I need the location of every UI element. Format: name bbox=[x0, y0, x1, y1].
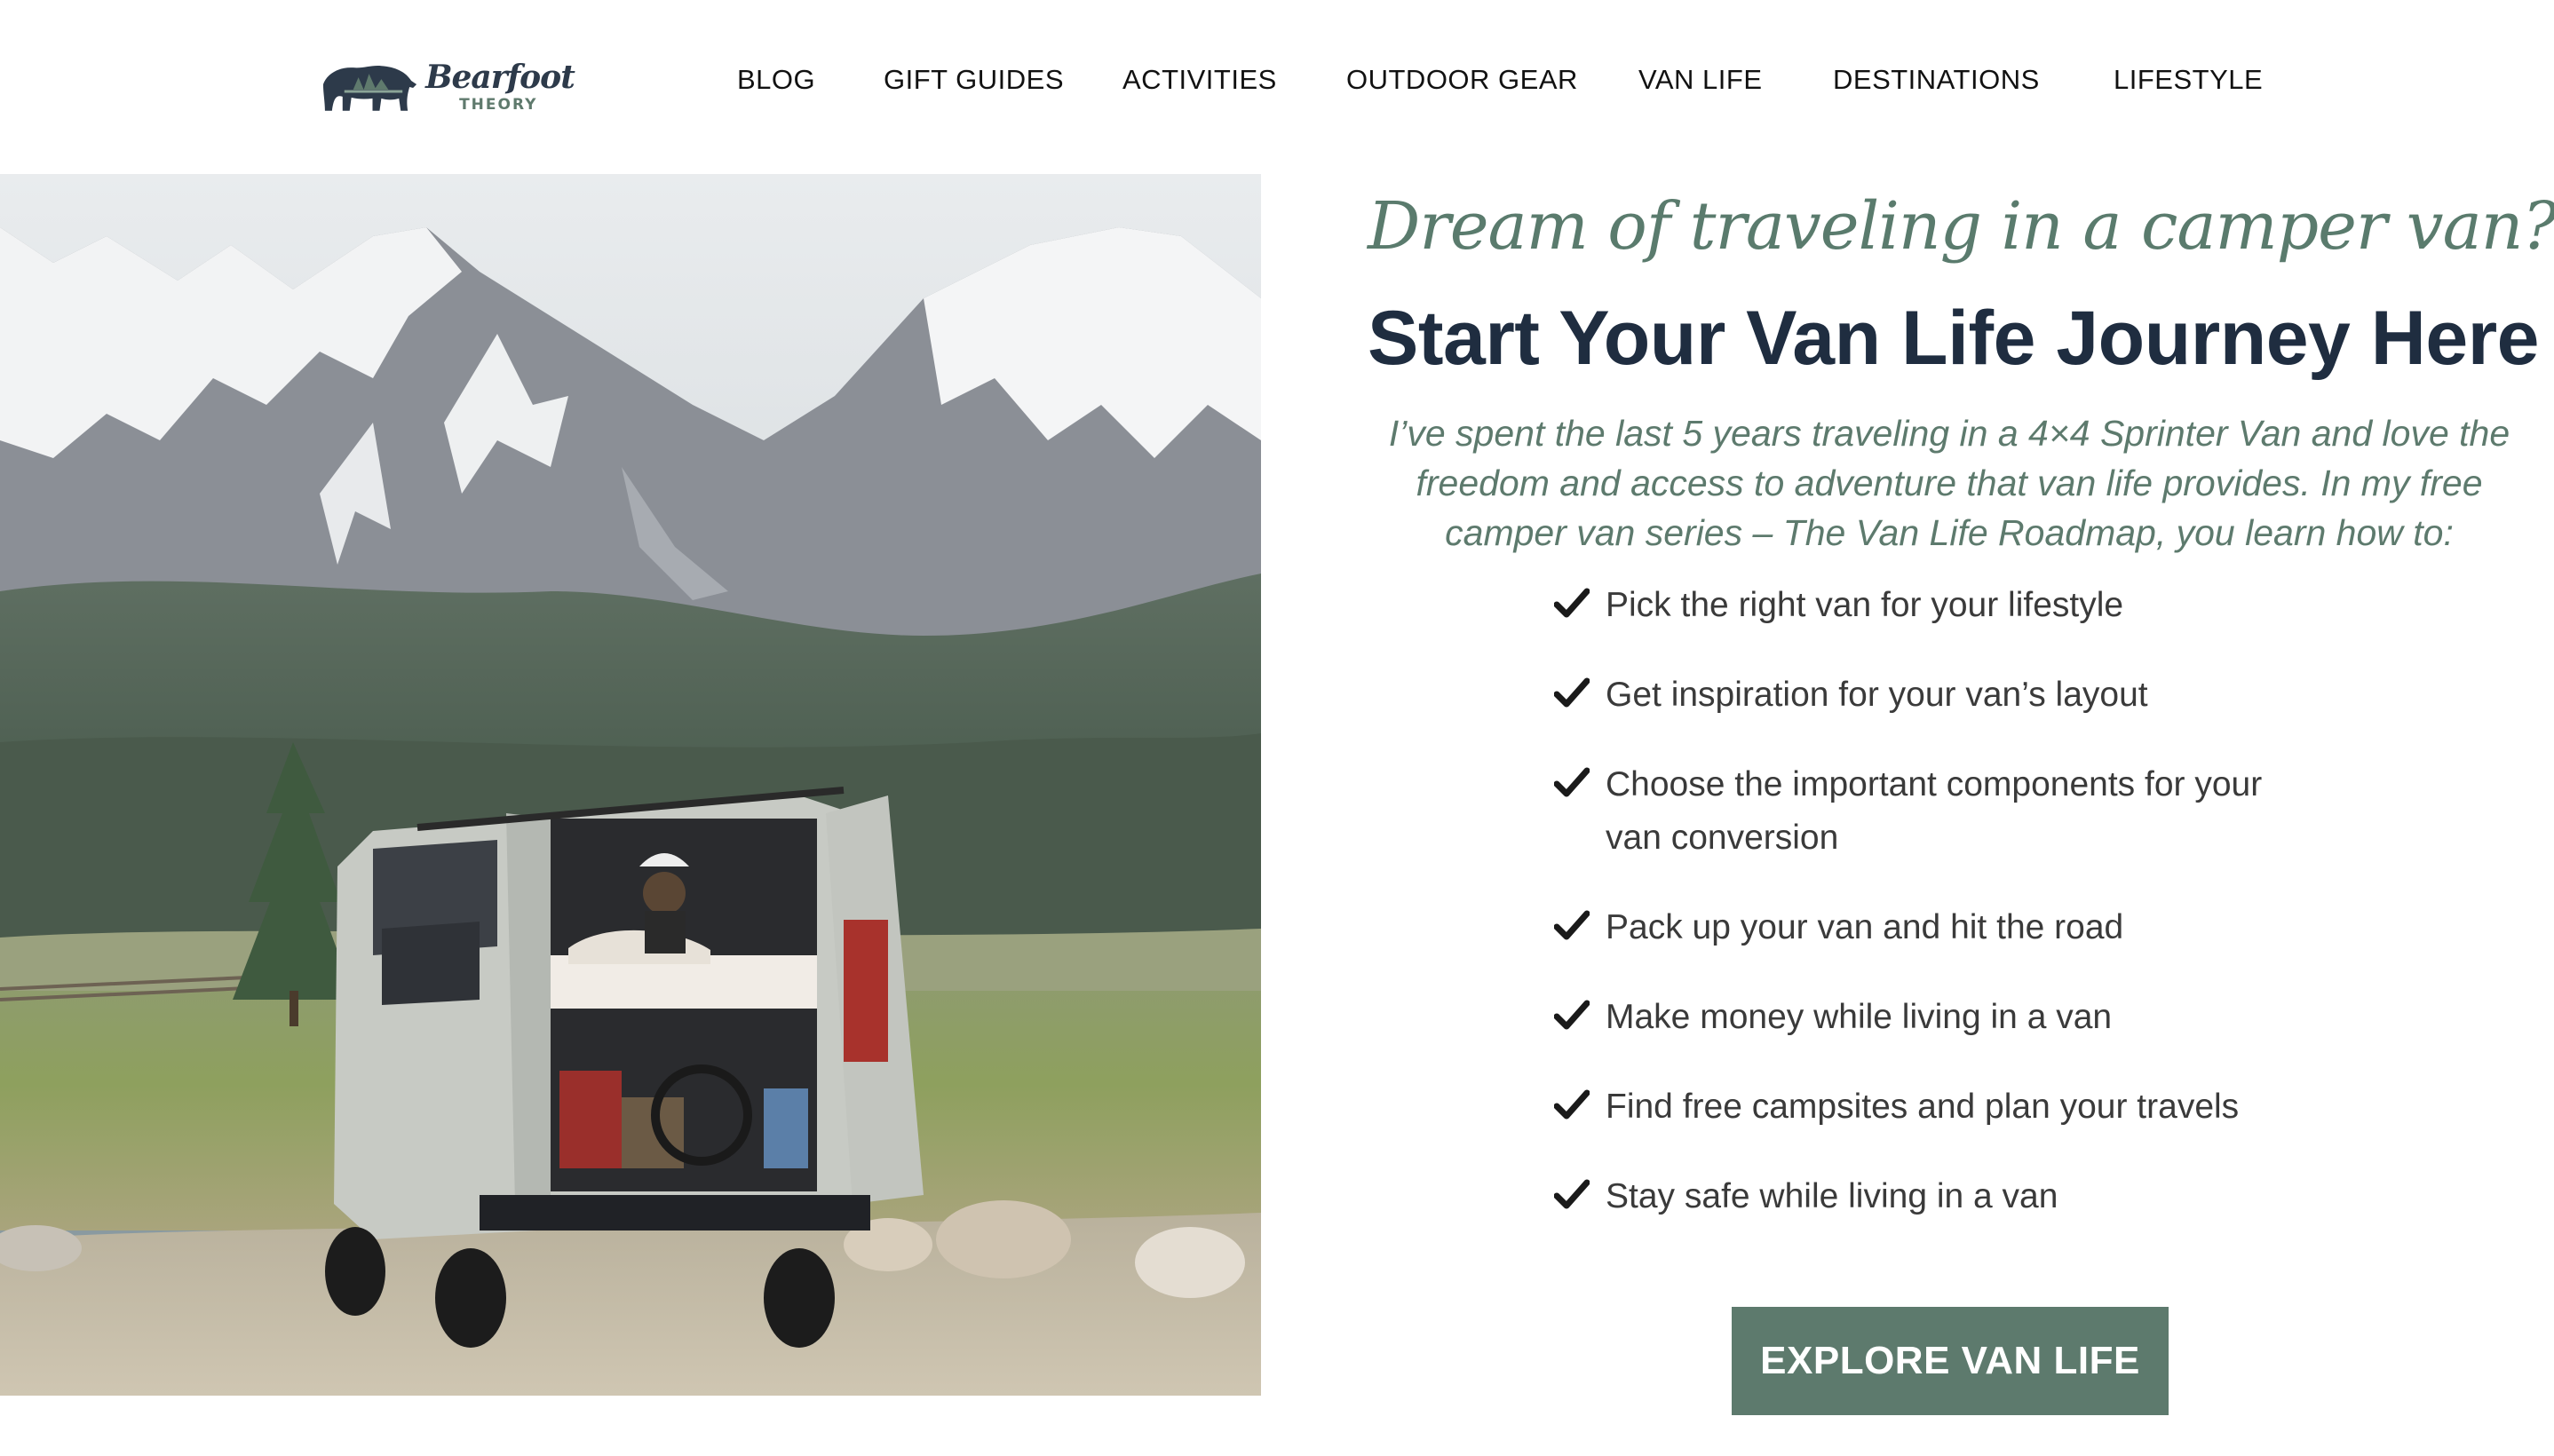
list-item: Stay safe while living in a van bbox=[1554, 1170, 2357, 1223]
list-item-text: Find free campsites and plan your travel… bbox=[1606, 1088, 2240, 1126]
list-item-text: Stay safe while living in a van bbox=[1606, 1177, 2058, 1215]
page-title: Start Your Van Life Journey Here bbox=[1368, 296, 2540, 381]
checkmark-icon bbox=[1554, 1170, 1593, 1220]
nav-item-van-life[interactable]: VAN LIFE bbox=[1638, 62, 1763, 98]
list-item-text: Get inspiration for your van’s layout bbox=[1606, 676, 2148, 714]
bear-silhouette-icon bbox=[322, 66, 417, 111]
logo-word: Bearfoot bbox=[425, 59, 575, 96]
list-item-text: Pack up your van and hit the road bbox=[1606, 908, 2124, 946]
nav-item-outdoor-gear[interactable]: OUTDOOR GEAR bbox=[1346, 62, 1578, 98]
list-item: Make money while living in a van bbox=[1554, 991, 2357, 1044]
hero-photo-van-mountains bbox=[0, 174, 1261, 1396]
list-item-text: Pick the right van for your lifestyle bbox=[1606, 586, 2124, 624]
nav-item-gift-guides[interactable]: GIFT GUIDES bbox=[884, 62, 1064, 98]
nav-item-destinations[interactable]: DESTINATIONS bbox=[1833, 62, 2040, 98]
list-item: Get inspiration for your van’s layout bbox=[1554, 669, 2357, 722]
intro-paragraph: I’ve spent the last 5 years traveling in… bbox=[1388, 413, 2510, 553]
nav-item-lifestyle[interactable]: LIFESTYLE bbox=[2114, 62, 2263, 98]
list-item-text: Choose the important components for your… bbox=[1606, 765, 2263, 857]
script-heading: Dream of traveling in a camper van? bbox=[1368, 188, 2554, 265]
checkmark-icon bbox=[1554, 901, 1593, 951]
list-item-text: Make money while living in a van bbox=[1606, 998, 2113, 1036]
checkmark-icon bbox=[1554, 991, 1593, 1041]
nav-item-activities[interactable]: ACTIVITIES bbox=[1122, 62, 1277, 98]
checkmark-icon bbox=[1554, 758, 1593, 808]
site-logo[interactable]: Bearfoot THEORY bbox=[318, 43, 575, 131]
logo-sub: THEORY bbox=[459, 96, 538, 114]
checkmark-icon bbox=[1554, 1080, 1593, 1130]
checkmark-icon bbox=[1554, 669, 1593, 718]
nav-item-blog[interactable]: BLOG bbox=[737, 62, 815, 98]
list-item: Pack up your van and hit the road bbox=[1554, 901, 2357, 954]
list-item: Choose the important components for your… bbox=[1554, 758, 2304, 865]
list-item: Find free campsites and plan your travel… bbox=[1554, 1080, 2357, 1134]
explore-van-life-button[interactable]: EXPLORE VAN LIFE bbox=[1732, 1307, 2169, 1415]
site-header: Bearfoot THEORY BLOG GIFT GUIDES ACTIVIT… bbox=[0, 0, 2554, 174]
logo-wordmark: Bearfoot THEORY bbox=[425, 43, 575, 131]
checkmark-icon bbox=[1554, 579, 1593, 629]
list-item: Pick the right van for your lifestyle bbox=[1554, 579, 2357, 632]
